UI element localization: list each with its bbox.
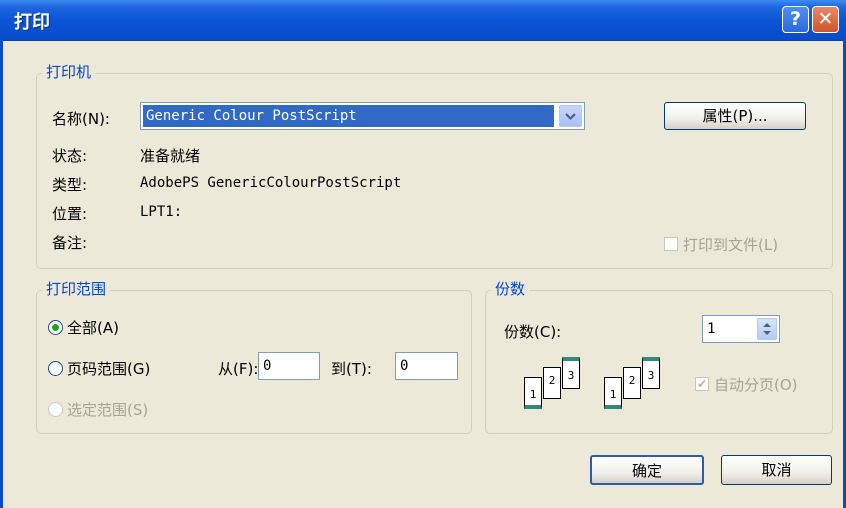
print-to-file-label: 打印到文件(L) — [683, 236, 779, 254]
window-title: 打印 — [14, 12, 50, 33]
radio-selection[interactable] — [48, 402, 63, 417]
cancel-button[interactable]: 取消 — [721, 455, 832, 485]
from-label: 从(F): — [218, 360, 259, 378]
collate-label: 自动分页(O) — [714, 376, 798, 394]
printer-name-label: 名称(N): — [52, 110, 110, 128]
copies-label: 份数(C): — [504, 323, 562, 341]
radio-all[interactable] — [48, 320, 63, 335]
printer-group-legend: 打印机 — [42, 61, 96, 82]
type-value: AdobePS GenericColourPostScript — [140, 175, 402, 191]
window-frame-left — [0, 40, 3, 508]
printer-name-value: Generic Colour PostScript — [143, 105, 554, 127]
page-icon-2: 2 — [543, 367, 561, 399]
radio-selection-label: 选定范围(S) — [67, 401, 149, 419]
to-label: 到(T): — [331, 360, 372, 378]
properties-button[interactable]: 属性(P)... — [664, 102, 806, 130]
check-icon: ✔ — [696, 377, 708, 391]
type-label: 类型: — [52, 176, 88, 194]
from-input[interactable]: 0 — [258, 352, 320, 380]
collate-stack-1-icon: 3 2 1 — [520, 353, 600, 423]
radio-pages[interactable] — [48, 361, 63, 376]
up-down-arrow-icon — [763, 323, 771, 335]
status-value: 准备就绪 — [140, 147, 201, 165]
radio-all-label: 全部(A) — [67, 319, 119, 337]
radio-selected-dot — [52, 324, 59, 331]
copies-stepper[interactable]: 1 — [702, 315, 780, 343]
copies-value: 1 — [707, 321, 716, 337]
page-icon-2: 2 — [623, 367, 641, 399]
copies-legend: 份数 — [491, 278, 530, 299]
printer-name-select[interactable]: Generic Colour PostScript — [140, 102, 585, 130]
ok-button[interactable]: 确定 — [590, 455, 704, 485]
print-range-legend: 打印范围 — [42, 278, 111, 299]
printer-dropdown-button[interactable] — [559, 105, 582, 127]
print-to-file-checkbox[interactable] — [664, 237, 678, 251]
status-label: 状态: — [52, 147, 88, 165]
page-icon-3: 3 — [642, 357, 660, 389]
copies-spin-button[interactable] — [757, 318, 777, 340]
location-label: 位置: — [52, 205, 88, 223]
close-button[interactable]: ✕ — [812, 6, 839, 33]
comment-label: 备注: — [52, 234, 88, 252]
title-bar: 打印 ? ✕ — [0, 0, 846, 41]
help-button[interactable]: ? — [782, 6, 809, 33]
page-icon-1: 1 — [604, 377, 622, 409]
collate-checkbox[interactable]: ✔ — [695, 377, 709, 391]
location-value: LPT1: — [140, 204, 183, 220]
page-icon-1: 1 — [524, 377, 542, 409]
chevron-down-icon — [565, 113, 576, 121]
page-icon-3: 3 — [562, 357, 580, 389]
to-input[interactable]: 0 — [395, 352, 458, 380]
collate-stack-2-icon: 3 2 1 — [600, 353, 680, 423]
radio-pages-label: 页码范围(G) — [67, 360, 151, 378]
